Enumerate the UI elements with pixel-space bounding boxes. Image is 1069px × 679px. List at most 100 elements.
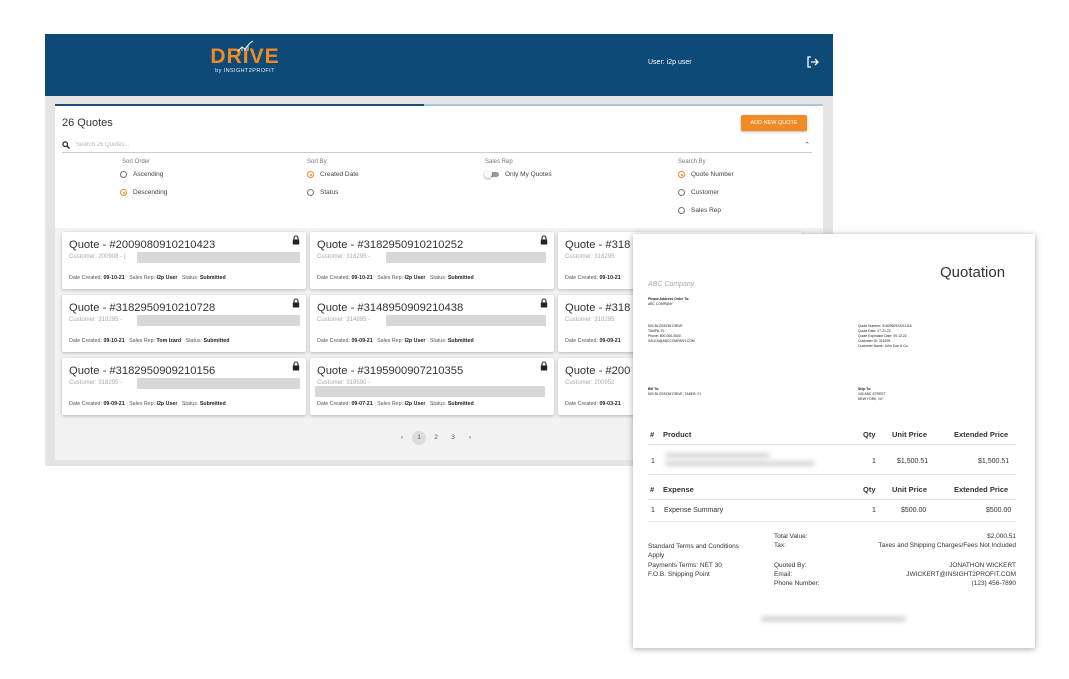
product-col-qty: Qty — [863, 430, 876, 439]
radio-customer[interactable] — [678, 189, 685, 196]
search-input[interactable] — [76, 140, 676, 150]
search-bar: ⌃ — [62, 140, 812, 153]
quote-number: Quote - #318 — [565, 239, 631, 251]
quote-meta: Date Created: 09-09-21 Sales Rep: I2p Us… — [69, 401, 226, 407]
expense-row-num: 1 — [651, 507, 655, 514]
lock-icon — [292, 235, 300, 245]
sort-ascending-option[interactable]: Ascending — [120, 169, 167, 180]
expense-row-rule — [648, 521, 1016, 522]
expense-col-num: # — [650, 485, 655, 494]
sales-rep-group: Sales Rep Only My Quotes — [484, 159, 552, 187]
status-label: Status: — [181, 401, 199, 407]
quote-number: Quote - #318 — [565, 302, 631, 314]
search-quote-number-option[interactable]: Quote Number — [678, 169, 734, 180]
date-created-label: Date Created: — [69, 401, 102, 407]
expense-col-qty: Qty — [863, 485, 876, 494]
please-address-label: Please Address Order To: — [648, 297, 690, 301]
status-label: Status: — [429, 338, 447, 344]
date-created-label: Date Created: — [69, 275, 102, 281]
radio-quote-number[interactable] — [678, 171, 685, 178]
date-created-label: Date Created: — [565, 401, 598, 407]
sort-order-group: Sort Order Ascending Descending — [120, 159, 167, 205]
bill-to-label: Bill To: — [648, 387, 660, 391]
quote-customer: Customer: 314895 - — [317, 317, 371, 323]
logout-icon[interactable] — [806, 55, 820, 69]
search-customer-label: Customer — [691, 189, 720, 196]
page-2[interactable]: 2 — [429, 431, 443, 445]
quote-card[interactable]: Quote - #3148950909210438 Customer: 31489… — [310, 295, 554, 352]
status-value: Submitted — [447, 338, 474, 344]
sales-rep-label: Sales Rep — [485, 159, 513, 165]
radio-status[interactable] — [307, 189, 314, 196]
only-my-quotes-toggle[interactable]: Only My Quotes — [484, 169, 552, 180]
quote-card[interactable]: Quote - #2009080910210423 Customer: 20090… — [62, 232, 306, 289]
sort-descending-option[interactable]: Descending — [120, 187, 167, 198]
product-header-rule — [648, 444, 1016, 445]
sales-rep-value: I2p User — [156, 401, 178, 407]
quote-customer: Customer: 318295 - — [317, 254, 371, 260]
expense-row-qty: 1 — [872, 507, 876, 514]
date-created-value: 09-10-21 — [103, 338, 125, 344]
date-created-value: 09-07-21 — [351, 401, 373, 407]
sales-rep-label: Sales Rep: — [377, 338, 404, 344]
add-new-quote-button[interactable]: ADD NEW QUOTE — [741, 115, 807, 131]
sort-order-label: Sort Order — [122, 159, 151, 165]
quote-meta: Date Created: 09-10-21 Sales Rep: I2p Us… — [317, 275, 474, 281]
quote-card[interactable]: Quote - #3182950909210156 Customer: 31829… — [62, 358, 306, 415]
expense-col-unit: Unit Price — [892, 485, 928, 494]
radio-sales-rep[interactable] — [678, 207, 685, 214]
sort-by-label: Sort By — [307, 159, 327, 165]
date-created-label: Date Created: — [565, 338, 598, 344]
radio-created-date[interactable] — [307, 171, 314, 178]
quote-number: Quote - #200 — [565, 365, 631, 377]
product-col-ext: Extended Price — [954, 430, 1009, 439]
sort-created-date-option[interactable]: Created Date — [307, 169, 359, 180]
lock-icon — [540, 298, 548, 308]
search-quote-number-label: Quote Number — [691, 171, 734, 178]
redacted-customer-name — [137, 378, 300, 389]
date-created-label: Date Created: — [317, 401, 350, 407]
customer-name-line: Customer Name: John Doe & Co. — [858, 344, 909, 348]
page-1[interactable]: 1 — [412, 431, 426, 445]
sort-status-option[interactable]: Status — [307, 187, 359, 198]
date-created-value: 09-09-21 — [103, 401, 125, 407]
quote-card[interactable]: Quote - #3182950910210252 Customer: 31829… — [310, 232, 554, 289]
expense-col-name: Expense — [663, 485, 694, 494]
quote-customer: Customer: 200952 — [565, 380, 615, 386]
radio-ascending[interactable] — [120, 171, 127, 178]
quote-customer: Customer: 318295 - — [69, 380, 123, 386]
redacted-product-name — [665, 453, 770, 458]
redacted-customer-name — [137, 252, 300, 263]
product-col-name: Product — [663, 430, 692, 439]
quote-customer: Customer: 200908 - ( — [69, 254, 126, 260]
ship-to-line-2: NEW YORK, NY — [858, 397, 883, 401]
product-col-unit: Unit Price — [892, 430, 928, 439]
search-customer-option[interactable]: Customer — [678, 187, 734, 198]
date-created-value: 09-03-21 — [599, 401, 621, 407]
radio-descending[interactable] — [120, 189, 127, 196]
search-by-group: Search By Quote Number Customer Sales Re… — [678, 159, 734, 223]
chevron-left-icon[interactable]: ‹ — [395, 431, 409, 445]
date-created-value: 09-10-21 — [599, 275, 621, 281]
product-col-num: # — [650, 430, 655, 439]
lock-icon — [292, 361, 300, 371]
chevron-right-icon[interactable]: › — [463, 431, 477, 445]
quote-card[interactable]: Quote - #3195900907210355 Customer: 31959… — [310, 358, 554, 415]
status-label: Status: — [429, 401, 447, 407]
quote-card[interactable]: Quote - #3182950910210728 Customer: 31829… — [62, 295, 306, 352]
expense-header-rule — [648, 499, 1016, 500]
loading-progress-bar — [55, 104, 823, 106]
bill-to-address: 500 BLOSSOM DRIVE, TAMPA, FL — [648, 392, 702, 396]
page-3[interactable]: 3 — [446, 431, 460, 445]
sales-rep-label: Sales Rep: — [129, 338, 156, 344]
phone-label: Phone Number: — [774, 580, 820, 587]
status-label: Status: — [429, 275, 447, 281]
drive-logo[interactable]: DRIVE by INSIGHT2PROFIT — [210, 40, 280, 74]
product-row-unit: $1,500.51 — [897, 458, 929, 465]
product-row-rule — [648, 474, 1016, 475]
quote-meta: Date Created: 09-09-21 — [565, 338, 621, 344]
toggle-switch[interactable] — [484, 170, 499, 178]
search-sales-rep-option[interactable]: Sales Rep — [678, 205, 734, 216]
chevron-up-icon[interactable]: ⌃ — [804, 141, 810, 149]
doc-company: ABC Company — [648, 281, 695, 288]
